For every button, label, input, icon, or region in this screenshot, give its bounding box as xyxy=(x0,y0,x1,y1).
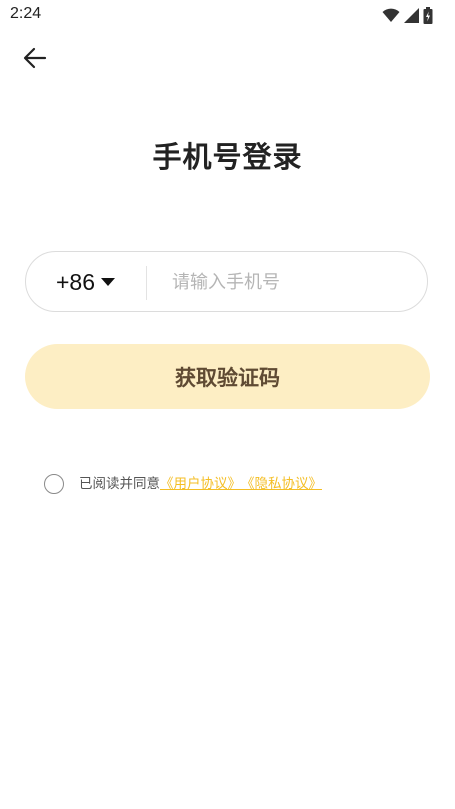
caret-down-icon xyxy=(101,278,116,286)
back-button[interactable] xyxy=(18,43,52,73)
status-bar: 2:24 xyxy=(0,0,455,30)
status-time: 2:24 xyxy=(10,5,42,22)
agreement-prefix: 已阅读并同意 xyxy=(79,476,160,492)
user-agreement-link[interactable]: 《用户协议》 xyxy=(160,472,241,492)
phone-number-input[interactable] xyxy=(172,262,412,302)
country-code-label: +86 xyxy=(56,269,96,295)
divider xyxy=(146,266,147,300)
phone-input-group: +86 xyxy=(25,251,428,312)
page-title: 手机号登录 xyxy=(152,140,303,174)
country-code-selector[interactable]: +86 xyxy=(56,252,116,313)
battery-icon xyxy=(423,6,433,24)
get-code-button[interactable]: 获取验证码 xyxy=(25,344,430,409)
cell-signal-icon xyxy=(404,7,419,23)
agreement-radio[interactable] xyxy=(44,473,64,494)
wifi-icon xyxy=(382,8,400,22)
agreement-row: 已阅读并同意 《用户协议》 《隐私协议》 xyxy=(44,470,322,494)
arrow-left-icon xyxy=(23,47,47,69)
privacy-policy-link[interactable]: 《隐私协议》 xyxy=(241,472,322,492)
status-icons xyxy=(382,6,433,24)
